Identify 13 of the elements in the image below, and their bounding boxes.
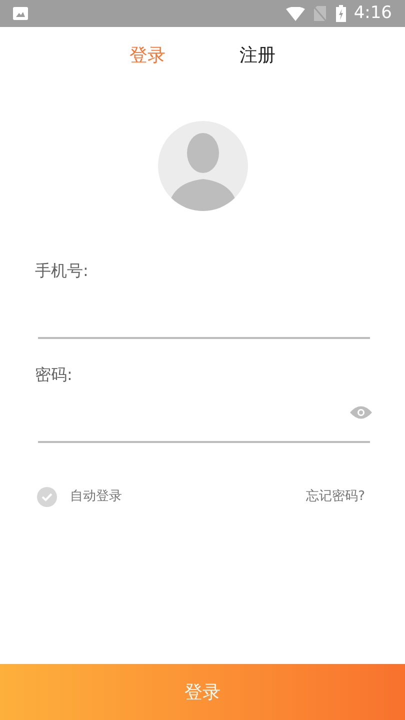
avatar-icon [158, 121, 248, 211]
image-icon [13, 7, 28, 20]
field-label: 密码: [35, 364, 74, 386]
forgot-password-link[interactable]: 忘记密码? [306, 487, 365, 507]
auto-login-checkbox[interactable]: 自动登录 [37, 487, 122, 507]
no-sim-icon [314, 6, 326, 21]
eye-icon[interactable] [350, 406, 372, 418]
field-label: 手机号: [35, 260, 90, 282]
status-time: 4:16 [354, 2, 392, 25]
wifi-icon [286, 6, 305, 20]
battery-icon [336, 5, 346, 22]
tab[interactable]: 登录 [130, 42, 166, 68]
tab[interactable]: 注册 [240, 42, 276, 68]
